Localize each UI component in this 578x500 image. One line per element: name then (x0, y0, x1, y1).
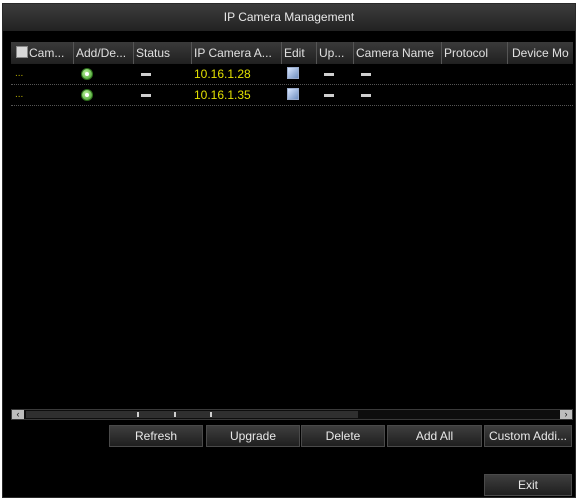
dash-icon (324, 94, 334, 98)
edit-cell[interactable] (287, 85, 299, 105)
table-header: Cam... Add/De... Status IP Camera A... E… (11, 42, 573, 64)
upgrade-cell (324, 64, 334, 84)
dash-icon (361, 73, 371, 77)
column-header-edit[interactable]: Edit (281, 42, 318, 64)
add-icon[interactable] (81, 68, 93, 80)
window-title: IP Camera Management (3, 4, 575, 31)
ip-camera-management-window: IP Camera Management Cam... Add/De... St… (2, 3, 576, 498)
add-delete-cell[interactable] (81, 85, 93, 105)
column-header-status[interactable]: Status (133, 42, 191, 64)
edit-cell[interactable] (287, 64, 299, 84)
camera-number: ... (15, 68, 24, 79)
scrollbar-tick (210, 412, 212, 417)
edit-icon[interactable] (287, 88, 299, 100)
column-header-protocol[interactable]: Protocol (441, 42, 508, 64)
scrollbar-thumb[interactable] (26, 411, 358, 418)
custom-add-button[interactable]: Custom Addi... (484, 425, 572, 447)
table-row[interactable]: ... 10.16.1.35 (11, 85, 573, 106)
column-header-camera[interactable]: Cam... (16, 42, 71, 64)
table-row[interactable]: ... 10.16.1.28 (11, 64, 573, 85)
column-header-ip-address[interactable]: IP Camera A... (191, 42, 282, 64)
add-icon[interactable] (81, 89, 93, 101)
camera-name-cell (361, 64, 371, 84)
scrollbar-tick (137, 412, 139, 417)
upgrade-button[interactable]: Upgrade (206, 425, 300, 447)
dash-icon (324, 73, 334, 77)
dash-icon (141, 73, 151, 77)
scrollbar-tick (174, 412, 176, 417)
add-delete-cell[interactable] (81, 64, 93, 84)
upgrade-cell (324, 85, 334, 105)
ip-address: 10.16.1.28 (194, 67, 251, 81)
status-cell (141, 85, 151, 105)
add-all-button[interactable]: Add All (387, 425, 482, 447)
exit-button[interactable]: Exit (484, 474, 572, 496)
camera-name-cell (361, 85, 371, 105)
camera-number: ... (15, 89, 24, 100)
dash-icon (141, 94, 151, 98)
chevron-left-icon[interactable]: ‹ (12, 410, 24, 419)
column-header-upgrade[interactable]: Up... (316, 42, 355, 64)
select-all-checkbox[interactable] (16, 46, 28, 58)
column-header-device-model[interactable]: Device Mo (507, 42, 576, 64)
delete-button[interactable]: Delete (301, 425, 385, 447)
dash-icon (361, 94, 371, 98)
chevron-right-icon[interactable]: › (560, 410, 572, 419)
refresh-button[interactable]: Refresh (109, 425, 203, 447)
column-header-camera-name[interactable]: Camera Name (353, 42, 442, 64)
edit-icon[interactable] (287, 67, 299, 79)
horizontal-scrollbar[interactable]: ‹ › (11, 409, 573, 420)
status-cell (141, 64, 151, 84)
ip-address: 10.16.1.35 (194, 88, 251, 102)
column-header-add-delete[interactable]: Add/De... (73, 42, 134, 64)
